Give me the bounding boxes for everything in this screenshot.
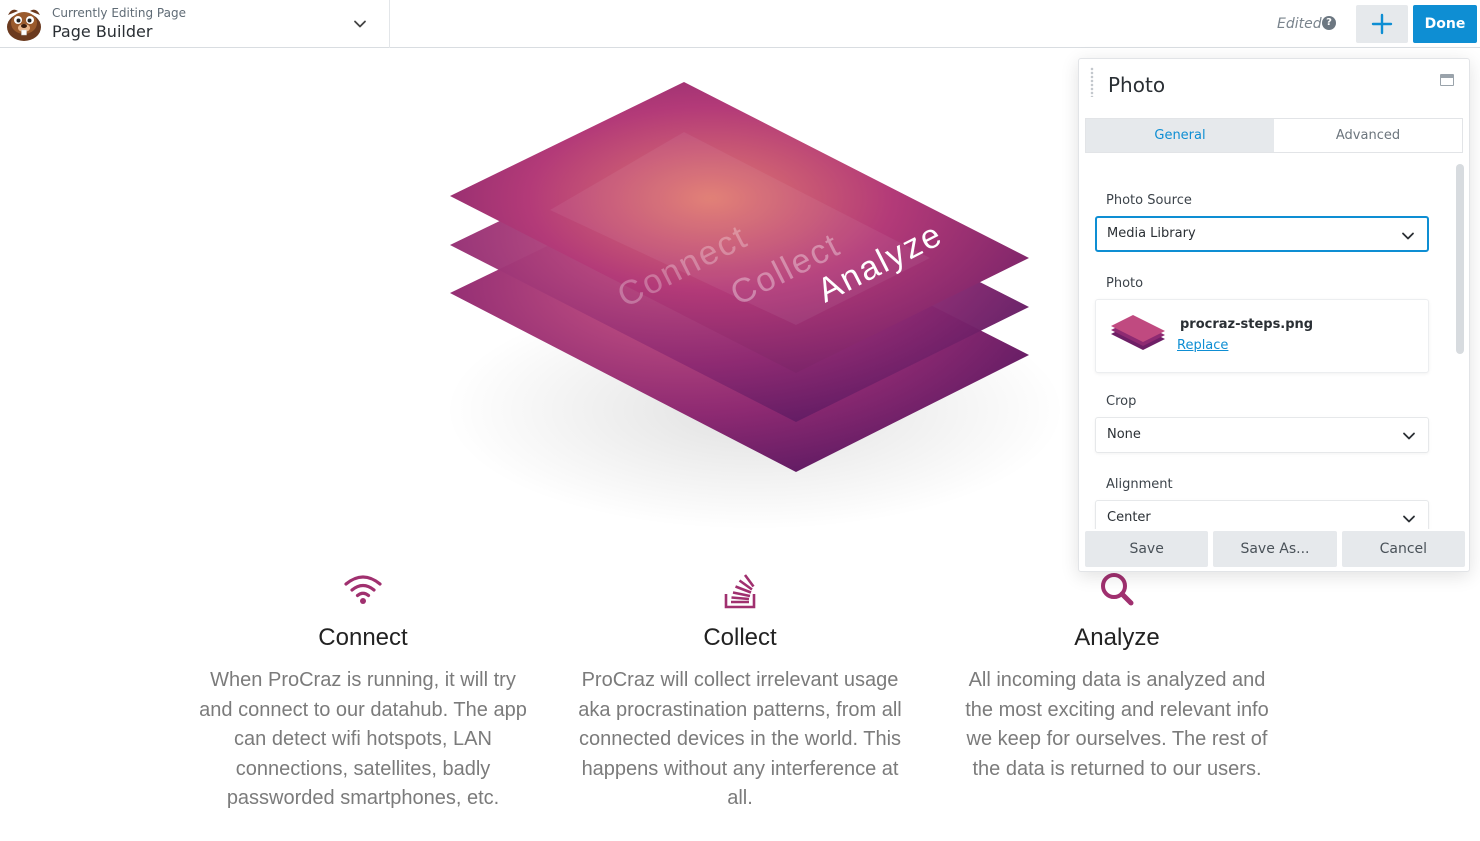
drag-handle-icon[interactable] <box>1089 67 1095 97</box>
crop-label: Crop <box>1106 394 1137 409</box>
select-value: Media Library <box>1107 226 1196 241</box>
alignment-label: Alignment <box>1106 477 1173 492</box>
done-button[interactable]: Done <box>1413 5 1477 43</box>
tab-general[interactable]: General <box>1086 119 1274 152</box>
photo-field: procraz-steps.png Replace <box>1095 299 1429 373</box>
feature-title: Collect <box>703 624 777 651</box>
alignment-select[interactable]: Center <box>1095 500 1429 529</box>
page-title: Page Builder <box>52 22 153 41</box>
feature-title: Connect <box>318 624 408 651</box>
replace-link[interactable]: Replace <box>1177 338 1228 353</box>
feature-title: Analyze <box>1074 624 1160 651</box>
panel-scrollbar[interactable] <box>1456 164 1464 354</box>
photo-settings-panel: Photo General Advanced Photo Source Medi… <box>1078 58 1470 572</box>
search-icon <box>1101 573 1134 606</box>
chevron-down-icon[interactable] <box>352 16 368 32</box>
tab-advanced[interactable]: Advanced <box>1274 119 1462 152</box>
panel-body: Photo Source Media Library Photo procraz… <box>1079 162 1469 529</box>
hero-layers-image[interactable]: Connect Collect Analyze <box>420 60 1060 540</box>
page-switcher[interactable]: Currently Editing Page Page Builder <box>0 0 390 48</box>
select-value: None <box>1107 427 1141 442</box>
panel-footer: Save Save As... Cancel <box>1085 531 1465 567</box>
save-as-button[interactable]: Save As... <box>1213 531 1337 567</box>
beaver-logo-icon <box>7 9 41 41</box>
plus-icon <box>1371 13 1393 35</box>
help-icon[interactable]: ? <box>1322 16 1336 30</box>
chevron-down-icon <box>1403 515 1415 523</box>
wifi-icon <box>344 575 382 604</box>
feature-connect: Connect When ProCraz is running, it will… <box>198 568 528 814</box>
save-button[interactable]: Save <box>1085 531 1209 567</box>
editing-caption: Currently Editing Page <box>52 6 186 20</box>
chevron-down-icon <box>1402 232 1414 240</box>
select-value: Center <box>1107 510 1151 525</box>
photo-label: Photo <box>1106 276 1144 291</box>
photo-thumbnail[interactable] <box>1107 313 1169 359</box>
photo-source-label: Photo Source <box>1106 193 1192 208</box>
panel-title: Photo <box>1108 73 1166 97</box>
feature-text: ProCraz will collect irrelevant usage ak… <box>578 669 902 809</box>
chevron-down-icon <box>1403 432 1415 440</box>
photo-source-select[interactable]: Media Library <box>1095 216 1429 252</box>
feature-collect: Collect ProCraz will collect irrelevant … <box>575 568 905 814</box>
edited-status: Edited <box>1277 16 1322 32</box>
add-content-button[interactable] <box>1356 5 1408 43</box>
feature-text: All incoming data is analyzed and the mo… <box>965 669 1269 780</box>
crop-select[interactable]: None <box>1095 417 1429 453</box>
window-minimize-icon[interactable] <box>1440 74 1454 86</box>
cancel-button[interactable]: Cancel <box>1341 531 1465 567</box>
top-bar: Currently Editing Page Page Builder Edit… <box>0 0 1480 48</box>
feature-analyze: Analyze All incoming data is analyzed an… <box>952 568 1282 784</box>
photo-filename: procraz-steps.png <box>1180 317 1314 332</box>
panel-tabs: General Advanced <box>1085 118 1463 153</box>
feature-text: When ProCraz is running, it will try and… <box>199 669 527 809</box>
stack-icon <box>724 574 756 609</box>
